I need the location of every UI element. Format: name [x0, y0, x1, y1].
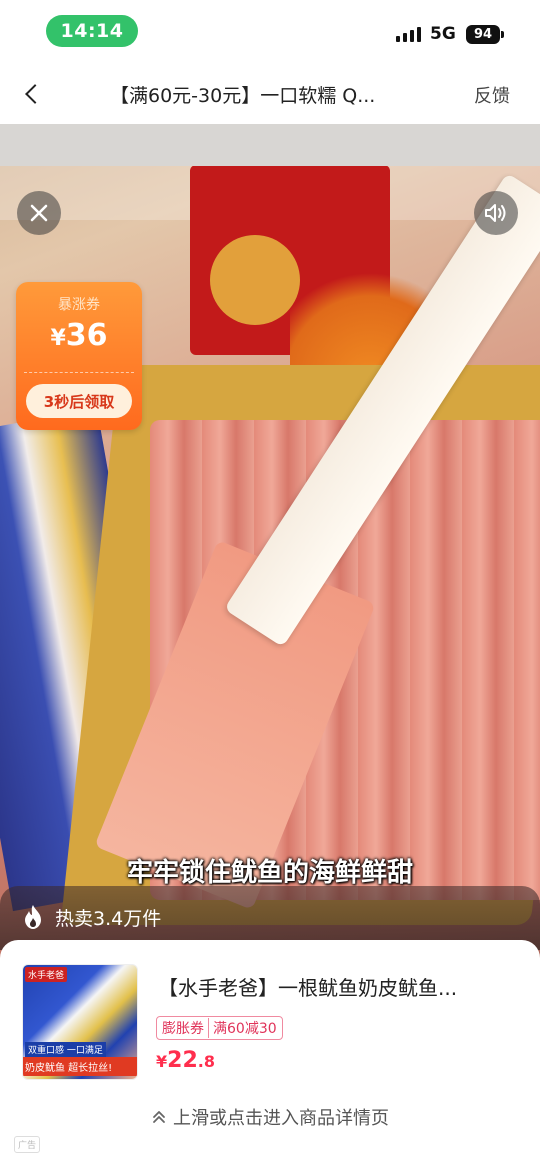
- status-time: 14:14: [46, 15, 138, 47]
- price-decimal: .8: [197, 1052, 215, 1071]
- price-integer: 22: [167, 1048, 198, 1073]
- header-divider-band: [0, 124, 540, 166]
- promo-value: 满60减30: [213, 1021, 277, 1037]
- promo-tag: 膨胀券: [157, 1018, 209, 1038]
- coupon-divider: [24, 372, 134, 373]
- product-price: ¥22.8: [156, 1048, 215, 1073]
- coupon-currency: ¥: [50, 326, 66, 351]
- ad-label: 广告: [14, 1136, 41, 1153]
- price-symbol: ¥: [156, 1052, 168, 1071]
- swipe-up-hint[interactable]: 上滑或点击进入商品详情页: [0, 1104, 540, 1130]
- speaker-icon: [485, 204, 506, 222]
- thumb-badge: 双重口感 一口满足: [25, 1042, 106, 1057]
- double-chevron-up-icon: [153, 1111, 165, 1123]
- close-button[interactable]: [17, 191, 61, 235]
- flame-icon: [25, 905, 41, 929]
- hot-sale-count: 热卖3.4万件: [55, 908, 162, 930]
- product-title[interactable]: 【水手老爸】一根鱿鱼奶皮鱿鱼...: [158, 972, 518, 1001]
- feedback-button[interactable]: 反馈: [474, 82, 510, 108]
- battery-level: 94: [473, 27, 493, 42]
- coupon-label: 暴涨券: [58, 297, 100, 313]
- nav-bar: 【满60元-30元】一口软糯 Q... 反馈: [0, 64, 540, 124]
- signal-icon: [396, 27, 421, 42]
- thumb-banner: 奶皮鱿鱼 超长拉丝!: [23, 1057, 137, 1076]
- network-type: 5G: [430, 24, 456, 44]
- battery-icon: 94: [466, 25, 504, 44]
- claim-coupon-button[interactable]: 3秒后领取: [26, 384, 132, 418]
- close-icon: [30, 204, 48, 222]
- coupon-card[interactable]: 暴涨券 ¥36 3秒后领取: [16, 282, 142, 430]
- video-subtitle: 牢牢锁住鱿鱼的海鲜鲜甜: [126, 858, 413, 888]
- product-thumbnail[interactable]: 水手老爸 双重口感 一口满足 奶皮鱿鱼 超长拉丝!: [22, 964, 138, 1080]
- video-gold-emblem: [210, 235, 300, 325]
- thumb-brand-label: 水手老爸: [25, 967, 68, 982]
- swipe-hint-text: 上滑或点击进入商品详情页: [173, 1108, 389, 1129]
- promo-badge: 膨胀券 满60减30: [156, 1016, 283, 1040]
- sound-button[interactable]: [474, 191, 518, 235]
- product-sheet[interactable]: 水手老爸 双重口感 一口满足 奶皮鱿鱼 超长拉丝! 【水手老爸】一根鱿鱼奶皮鱿鱼…: [0, 940, 540, 1168]
- page-title: 【满60元-30元】一口软糯 Q...: [110, 85, 376, 107]
- coupon-value: 36: [65, 318, 108, 353]
- back-button[interactable]: [14, 76, 50, 112]
- coupon-amount: ¥36: [16, 318, 142, 353]
- status-bar: 14:14 5G 94: [0, 0, 540, 64]
- chevron-left-icon: [25, 84, 45, 104]
